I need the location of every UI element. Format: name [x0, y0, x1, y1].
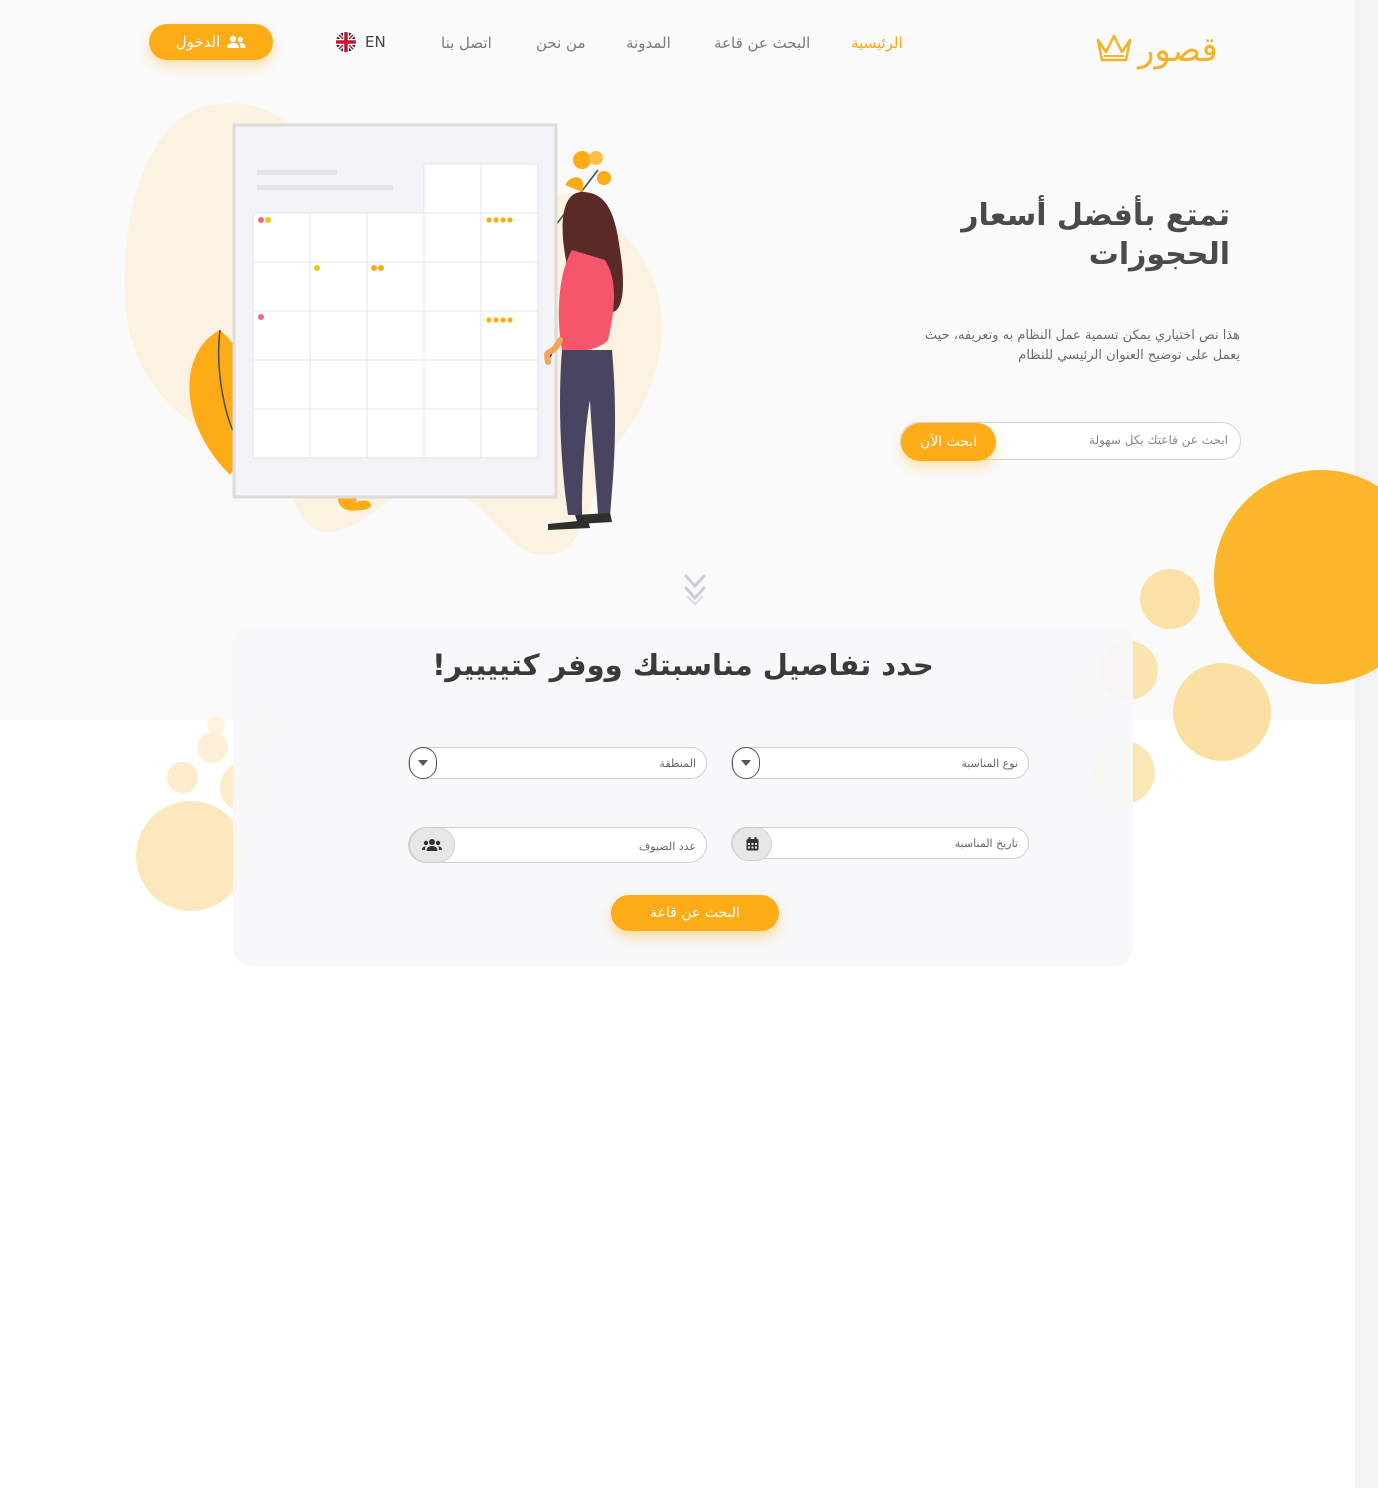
hero-title-line1: تمتع بأفضل أسعار — [961, 198, 1230, 233]
search-now-button[interactable]: ابحث الآن — [901, 423, 996, 461]
page-scroll-gutter — [1355, 0, 1378, 1488]
nav-search-venue[interactable]: البحث عن قاعة — [714, 34, 810, 52]
login-button[interactable]: الدخول — [149, 24, 273, 60]
top-nav: قصور الرئيسية البحث عن قاعة المدونة من ن… — [0, 0, 1355, 90]
nav-blog[interactable]: المدونة — [626, 34, 671, 52]
event-type-select[interactable]: نوع المناسبة — [731, 747, 1029, 779]
guests-button[interactable] — [409, 827, 455, 863]
uk-flag-icon — [336, 32, 356, 52]
region-label: المنطقة — [659, 757, 696, 770]
event-search-title: حدد تفاصيل مناسبتك ووفر كتيييير! — [432, 648, 934, 682]
users-icon — [422, 839, 442, 851]
calendar-icon — [746, 837, 758, 851]
calendar-button[interactable] — [732, 827, 772, 861]
users-icon — [227, 35, 246, 48]
search-venue-button[interactable]: البحث عن قاعة — [611, 895, 779, 931]
hero-title: تمتع بأفضل أسعار الحجوزات — [940, 196, 1230, 274]
brand-logo[interactable]: قصور — [1096, 26, 1241, 74]
hero-description: هذا نص اختياري يمكن تسمية عمل النظام به … — [910, 326, 1240, 366]
region-select[interactable]: المنطقة — [408, 747, 707, 779]
hero-search-bar: ابحث عن قاعتك بكل سهولة ابحث الآن — [900, 422, 1241, 461]
decor-circle — [197, 732, 228, 763]
language-switcher[interactable]: EN — [336, 32, 386, 52]
nav-home[interactable]: الرئيسية — [851, 34, 903, 52]
login-label: الدخول — [175, 33, 221, 51]
caret-down-icon — [418, 760, 428, 766]
guests-count-label: عدد الضيوف — [638, 840, 696, 853]
scroll-down-chevrons-icon[interactable] — [683, 573, 707, 607]
language-label: EN — [365, 33, 386, 51]
decor-circle — [1140, 569, 1200, 629]
caret-down-icon — [741, 760, 751, 766]
hero-illustration — [124, 103, 662, 556]
decor-circle — [207, 716, 225, 734]
event-date-label: تاريخ المناسبة — [954, 837, 1018, 850]
event-type-label: نوع المناسبة — [961, 757, 1018, 770]
dropdown-toggle[interactable] — [732, 747, 760, 779]
crown-icon — [1096, 34, 1132, 62]
hero-search-input[interactable]: ابحث عن قاعتك بكل سهولة — [1089, 433, 1228, 447]
hero-title-line2: الحجوزات — [1088, 237, 1230, 272]
decor-circle — [167, 762, 198, 793]
nav-contact[interactable]: اتصل بنا — [441, 34, 492, 52]
event-date-field[interactable]: تاريخ المناسبة — [731, 827, 1029, 861]
dropdown-toggle[interactable] — [409, 747, 437, 779]
nav-about[interactable]: من نحن — [536, 34, 586, 52]
hero-desc-line1: هذا نص اختياري يمكن تسمية عمل النظام به … — [924, 328, 1240, 343]
brand-logo-text: قصور — [1138, 30, 1218, 70]
guests-count-field[interactable]: عدد الضيوف — [408, 827, 707, 863]
decor-circle — [136, 801, 246, 911]
hero-desc-line2: يعمل على توضيح العنوان الرئيسي للنظام — [1018, 348, 1240, 364]
